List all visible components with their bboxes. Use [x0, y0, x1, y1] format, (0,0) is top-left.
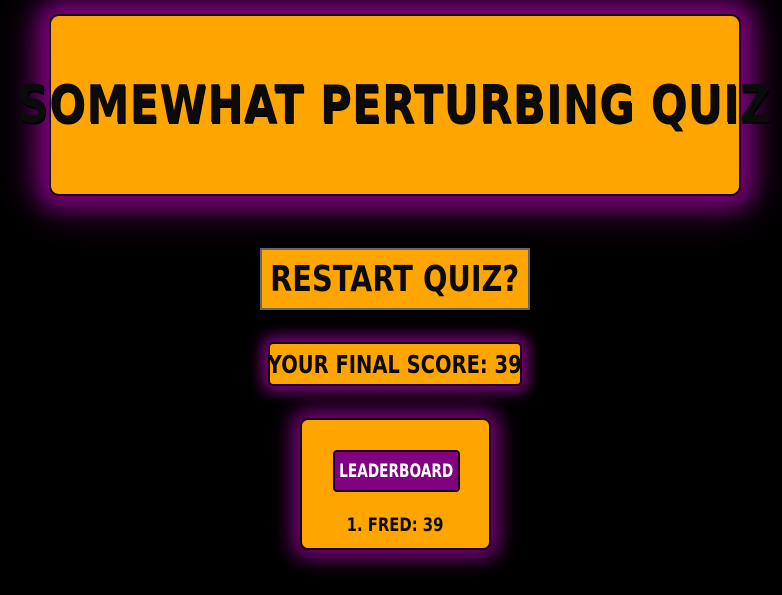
restart-quiz-label: RESTART QUIZ? — [270, 258, 520, 300]
final-score-box: YOUR FINAL SCORE: 39 — [268, 342, 522, 386]
leaderboard-panel: LEADERBOARD 1. FRED: 39 — [300, 418, 491, 550]
leaderboard-entry: 1. FRED: 39 — [302, 514, 489, 536]
page-title: SOMEWHAT PERTURBING QUIZ — [18, 75, 772, 135]
leaderboard-button[interactable]: LEADERBOARD — [333, 450, 460, 492]
final-score-label: YOUR FINAL SCORE: 39 — [268, 349, 522, 379]
restart-quiz-button[interactable]: RESTART QUIZ? — [260, 248, 530, 310]
leaderboard-button-label: LEADERBOARD — [339, 460, 454, 482]
leaderboard-list: 1. FRED: 39 — [302, 514, 489, 536]
quiz-header: SOMEWHAT PERTURBING QUIZ — [18, 14, 771, 196]
leaderboard-entry-text: 1. FRED: 39 — [347, 514, 444, 536]
